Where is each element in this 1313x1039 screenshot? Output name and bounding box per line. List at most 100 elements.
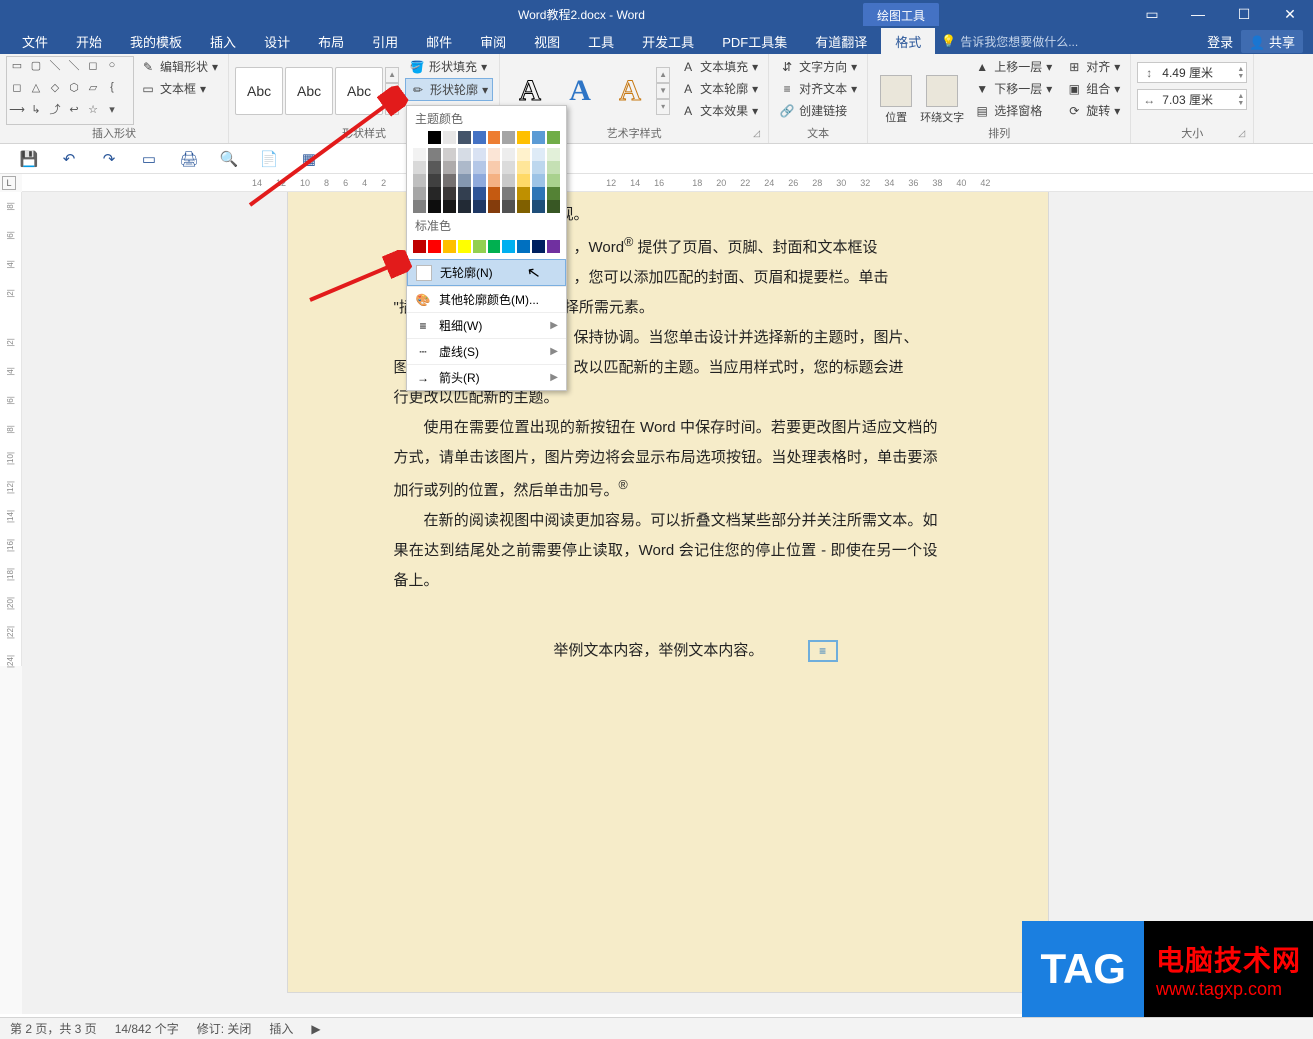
- vertical-ruler[interactable]: |8||6||4||2||2||4||6||8||10||12||14||16|…: [0, 192, 22, 666]
- align-text-button[interactable]: ≡对齐文本 ▾: [775, 78, 861, 99]
- color-swatch[interactable]: [443, 174, 456, 187]
- color-swatch[interactable]: [458, 148, 471, 161]
- color-swatch[interactable]: [547, 148, 560, 161]
- width-input[interactable]: ↔ 7.03 厘米 ▲▼: [1137, 89, 1247, 110]
- color-swatch[interactable]: [413, 200, 426, 213]
- color-swatch[interactable]: [458, 187, 471, 200]
- tab-developer[interactable]: 开发工具: [628, 28, 708, 55]
- color-swatch[interactable]: [413, 161, 426, 174]
- weight-item[interactable]: ≡ 粗细(W) ▶: [407, 312, 566, 338]
- color-swatch[interactable]: [428, 131, 441, 144]
- arrows-item[interactable]: → 箭头(R) ▶: [407, 364, 566, 390]
- color-swatch[interactable]: [443, 148, 456, 161]
- color-swatch[interactable]: [473, 187, 486, 200]
- insert-mode[interactable]: 插入: [269, 1020, 293, 1037]
- shapes-gallery[interactable]: ▭▢＼＼◻○ ◻△◇⬡▱{ ⟶↳⤴↩☆▾: [6, 56, 134, 125]
- page-status[interactable]: 第 2 页，共 3 页: [10, 1020, 97, 1037]
- style-preset[interactable]: Abc: [335, 67, 383, 115]
- horizontal-ruler[interactable]: 1412108642241214161820222426283032343638…: [22, 174, 1313, 192]
- color-swatch[interactable]: [517, 148, 530, 161]
- color-swatch[interactable]: [413, 174, 426, 187]
- macro-icon[interactable]: ▶: [311, 1022, 320, 1036]
- save-icon[interactable]: 💾: [18, 148, 40, 170]
- color-swatch[interactable]: [428, 161, 441, 174]
- ribbon-options-icon[interactable]: ▭: [1129, 0, 1175, 28]
- text-effects-button[interactable]: A文本效果 ▾: [676, 100, 762, 121]
- color-swatch[interactable]: [547, 131, 560, 144]
- undo-icon[interactable]: ↶: [58, 148, 80, 170]
- qat-icon[interactable]: 📄: [258, 148, 280, 170]
- tab-review[interactable]: 审阅: [466, 28, 520, 55]
- text-outline-button[interactable]: A文本轮廓 ▾: [676, 78, 762, 99]
- send-backward-button[interactable]: ▼下移一层 ▾: [970, 78, 1056, 99]
- tab-tools[interactable]: 工具: [574, 28, 628, 55]
- color-swatch[interactable]: [547, 161, 560, 174]
- color-swatch[interactable]: [473, 174, 486, 187]
- tab-format[interactable]: 格式: [881, 28, 935, 55]
- color-swatch[interactable]: [443, 131, 456, 144]
- color-swatch[interactable]: [428, 240, 441, 253]
- maximize-icon[interactable]: ☐: [1221, 0, 1267, 28]
- edit-shape-button[interactable]: ✎编辑形状 ▾: [136, 56, 222, 77]
- tab-home[interactable]: 开始: [62, 28, 116, 55]
- layout-options-icon[interactable]: ≡: [808, 640, 838, 662]
- style-preset[interactable]: Abc: [235, 67, 283, 115]
- tab-layout[interactable]: 布局: [304, 28, 358, 55]
- redo-icon[interactable]: ↷: [98, 148, 120, 170]
- color-swatch[interactable]: [428, 174, 441, 187]
- color-swatch[interactable]: [458, 174, 471, 187]
- color-swatch[interactable]: [458, 131, 471, 144]
- color-swatch[interactable]: [502, 200, 515, 213]
- color-swatch[interactable]: [473, 131, 486, 144]
- track-changes-status[interactable]: 修订: 关闭: [197, 1020, 252, 1037]
- color-swatch[interactable]: [502, 161, 515, 174]
- style-preset[interactable]: Abc: [285, 67, 333, 115]
- selection-pane-button[interactable]: ▤选择窗格: [970, 100, 1056, 121]
- more-colors-item[interactable]: 🎨 其他轮廓颜色(M)...: [407, 286, 566, 312]
- color-swatch[interactable]: [502, 131, 515, 144]
- color-swatch[interactable]: [547, 187, 560, 200]
- color-swatch[interactable]: [502, 187, 515, 200]
- align-button[interactable]: ⊞对齐 ▾: [1062, 56, 1124, 77]
- color-swatch[interactable]: [428, 187, 441, 200]
- color-swatch[interactable]: [458, 161, 471, 174]
- color-swatch[interactable]: [443, 161, 456, 174]
- spinner-icon[interactable]: ▲▼: [1237, 66, 1244, 80]
- color-swatch[interactable]: [443, 187, 456, 200]
- gallery-nav[interactable]: ▲▼▾: [385, 67, 399, 115]
- bring-forward-button[interactable]: ▲上移一层 ▾: [970, 56, 1056, 77]
- color-swatch[interactable]: [473, 148, 486, 161]
- close-icon[interactable]: ✕: [1267, 0, 1313, 28]
- color-swatch[interactable]: [517, 161, 530, 174]
- shape-style-gallery[interactable]: Abc Abc Abc ▲▼▾: [235, 56, 399, 125]
- minimize-icon[interactable]: —: [1175, 0, 1221, 28]
- color-swatch[interactable]: [547, 240, 560, 253]
- color-swatch[interactable]: [458, 200, 471, 213]
- shape-fill-button[interactable]: 🪣形状填充 ▾: [405, 56, 493, 77]
- tab-my-templates[interactable]: 我的模板: [116, 28, 196, 55]
- color-swatch[interactable]: [532, 240, 545, 253]
- dialog-launcher-icon[interactable]: ◿: [1238, 128, 1250, 140]
- color-swatch[interactable]: [413, 148, 426, 161]
- color-swatch[interactable]: [517, 174, 530, 187]
- tab-design[interactable]: 设计: [250, 28, 304, 55]
- qat-icon[interactable]: 🖨: [178, 148, 200, 170]
- shape-outline-button[interactable]: ✏形状轮廓 ▾: [405, 78, 493, 101]
- tab-pdf[interactable]: PDF工具集: [708, 28, 801, 55]
- color-swatch[interactable]: [428, 200, 441, 213]
- qat-icon[interactable]: ▦: [298, 148, 320, 170]
- color-swatch[interactable]: [413, 131, 426, 144]
- text-box-button[interactable]: ▭文本框 ▾: [136, 78, 222, 99]
- document-page[interactable]: 索最适合您文档的外观。 ，Word® 提供了页眉、页脚、封面和文本框设 ，您可以…: [288, 192, 1048, 992]
- color-swatch[interactable]: [488, 187, 501, 200]
- color-swatch[interactable]: [547, 200, 560, 213]
- wrap-text-button[interactable]: 环绕文字: [920, 56, 964, 125]
- tab-insert[interactable]: 插入: [196, 28, 250, 55]
- tell-me-search[interactable]: 💡 告诉我您想要做什么...: [941, 33, 1078, 50]
- tab-translate[interactable]: 有道翻译: [801, 28, 881, 55]
- color-swatch[interactable]: [502, 174, 515, 187]
- tab-selector[interactable]: L: [2, 176, 16, 190]
- contextual-tab-drawing[interactable]: 绘图工具: [863, 3, 939, 26]
- dialog-launcher-icon[interactable]: ◿: [753, 128, 765, 140]
- color-swatch[interactable]: [532, 161, 545, 174]
